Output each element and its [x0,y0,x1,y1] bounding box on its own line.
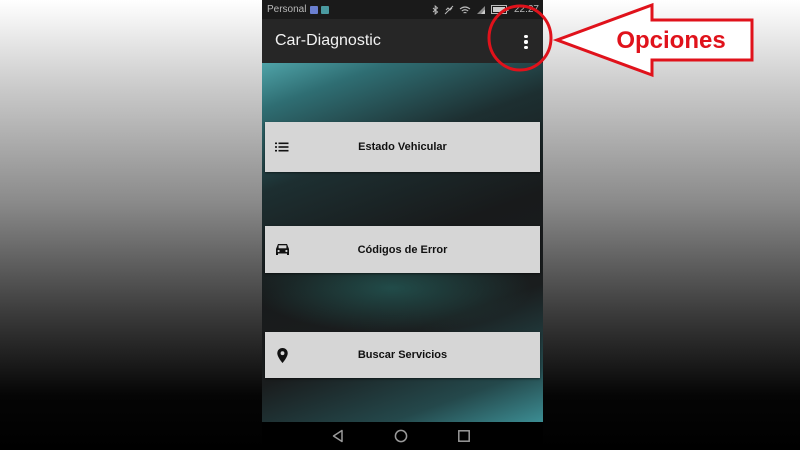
opciones-label: Opciones [616,27,725,54]
highlight-circle [487,4,553,72]
callout-overlay: Opciones [487,2,754,78]
